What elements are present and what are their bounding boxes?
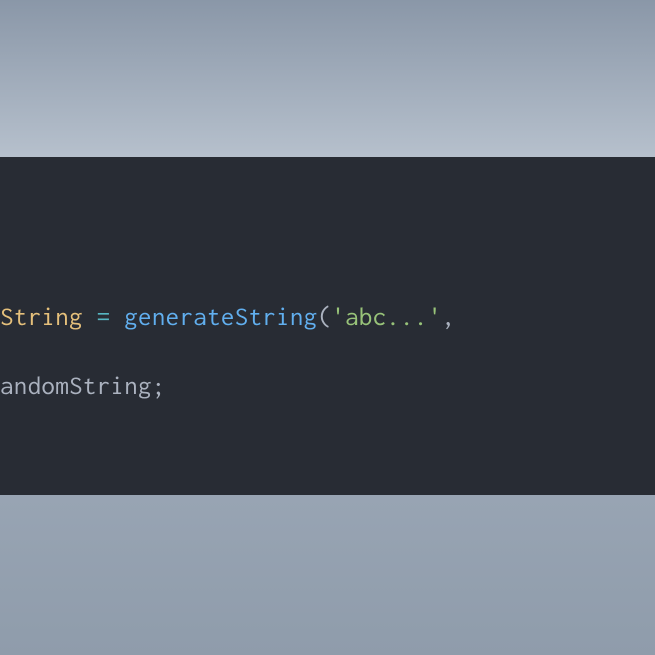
token-function: generateString <box>124 303 317 331</box>
code-editor-panel: String = generateString('abc...', andomS… <box>0 157 655 495</box>
token-string: 'abc...' <box>331 303 441 331</box>
token-identifier-fragment: andomString <box>0 372 152 400</box>
code-line-2: andomString; <box>0 366 655 407</box>
token-semicolon: ; <box>152 372 166 400</box>
token-space <box>83 303 97 331</box>
code-line-1: String = generateString('abc...', <box>0 297 655 338</box>
token-space <box>110 303 124 331</box>
token-operator: = <box>97 303 111 331</box>
token-comma: , <box>442 303 456 331</box>
token-variable: String <box>0 303 83 331</box>
token-paren: ( <box>317 303 331 331</box>
